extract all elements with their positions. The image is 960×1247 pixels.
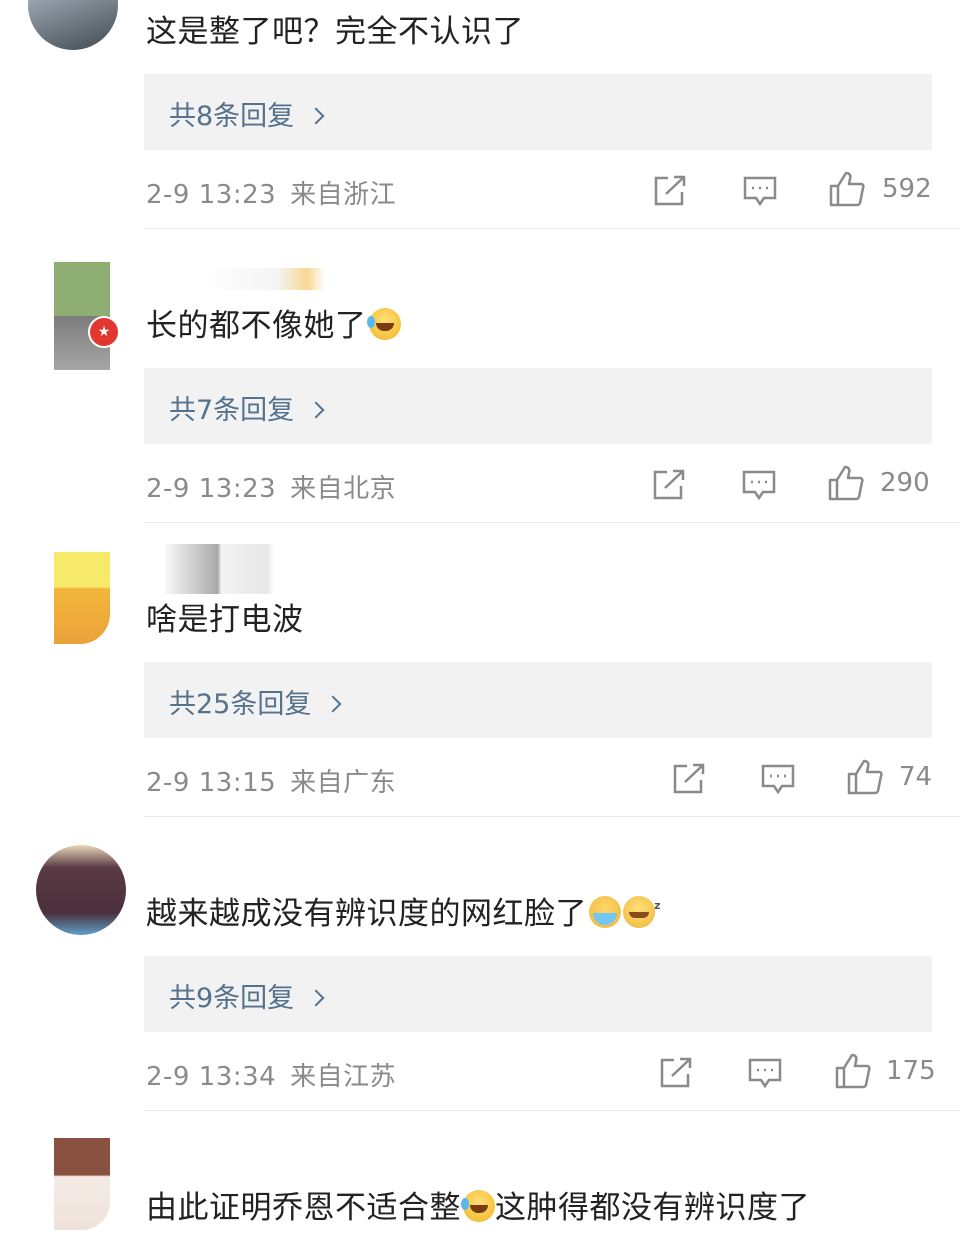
share-icon[interactable] [671, 762, 707, 796]
view-replies-button[interactable]: 共7条回复 [144, 368, 932, 444]
comment-time: 2-9 13:34 [146, 1062, 277, 1092]
chevron-right-icon [307, 401, 325, 419]
comment-text: 由此证明乔恩不适合整 这肿得都没有辨识度了 [146, 1188, 810, 1228]
comment-location: 来自浙江 [290, 180, 397, 210]
share-icon[interactable] [658, 1056, 694, 1090]
like-icon[interactable] [834, 1052, 872, 1090]
view-replies-button[interactable]: 共9条回复 [144, 956, 932, 1032]
avatar[interactable] [28, 0, 118, 50]
like-icon[interactable] [846, 758, 884, 796]
like-count: 175 [886, 1056, 936, 1086]
divider [144, 1110, 960, 1111]
comment-location: 来自北京 [290, 474, 397, 504]
comment-text-body: 越来越成没有辨识度的网红脸了 [146, 896, 587, 932]
like-icon[interactable] [827, 464, 865, 502]
comment-time: 2-9 13:15 [146, 768, 277, 798]
dizzy-face-icon: z [623, 896, 661, 928]
comment-text-part: 这肿得都没有辨识度了 [495, 1190, 810, 1226]
comment-text: 越来越成没有辨识度的网红脸了 z [146, 894, 661, 934]
divider [144, 816, 960, 817]
comment-time: 2-9 13:23 [146, 474, 277, 504]
replies-count-label: 共7条回复 [169, 395, 295, 426]
replies-count-label: 共25条回复 [169, 689, 312, 720]
comment-meta: 2-9 13:23 来自浙江 [146, 174, 396, 211]
like-count: 74 [899, 762, 933, 792]
view-replies-button[interactable]: 共25条回复 [144, 662, 932, 738]
crying-face-icon [589, 896, 621, 928]
replies-count-label: 共9条回复 [169, 983, 295, 1014]
comment-text-body: 长的都不像她了 [146, 308, 367, 344]
like-icon[interactable] [828, 170, 866, 208]
comment-icon[interactable] [742, 174, 778, 208]
divider [144, 522, 960, 523]
like-count: 290 [880, 468, 930, 498]
comment-meta: 2-9 13:15 来自广东 [146, 762, 396, 799]
username-redacted [165, 544, 330, 594]
comment-location: 来自广东 [290, 768, 397, 798]
replies-count-label: 共8条回复 [169, 101, 295, 132]
comment-icon[interactable] [741, 468, 777, 502]
comment-text: 啥是打电波 [146, 602, 304, 638]
comment-icon[interactable] [760, 762, 796, 796]
share-icon[interactable] [651, 468, 687, 502]
avatar[interactable] [54, 1138, 110, 1230]
view-replies-button[interactable]: 共8条回复 [144, 74, 932, 150]
verified-badge-icon: ★ [88, 316, 120, 348]
comment-location: 来自江苏 [290, 1062, 397, 1092]
comment-text: 长的都不像她了 [146, 306, 401, 346]
chevron-right-icon [307, 989, 325, 1007]
divider [144, 228, 960, 229]
comment-text: 这是整了吧？完全不认识了 [146, 14, 524, 50]
comment-icon[interactable] [747, 1056, 783, 1090]
share-icon[interactable] [652, 174, 688, 208]
chevron-right-icon [307, 107, 325, 125]
tear-laugh-icon [366, 308, 401, 340]
like-count: 592 [882, 174, 932, 204]
avatar[interactable] [36, 845, 126, 935]
comment-meta: 2-9 13:34 来自江苏 [146, 1056, 396, 1093]
chevron-right-icon [324, 695, 342, 713]
avatar[interactable] [54, 552, 110, 644]
comment-time: 2-9 13:23 [146, 180, 277, 210]
username-redacted [205, 268, 325, 290]
comment-text-part: 由此证明乔恩不适合整 [146, 1190, 461, 1226]
tear-laugh-icon [461, 1190, 495, 1222]
comment-meta: 2-9 13:23 来自北京 [146, 468, 396, 505]
